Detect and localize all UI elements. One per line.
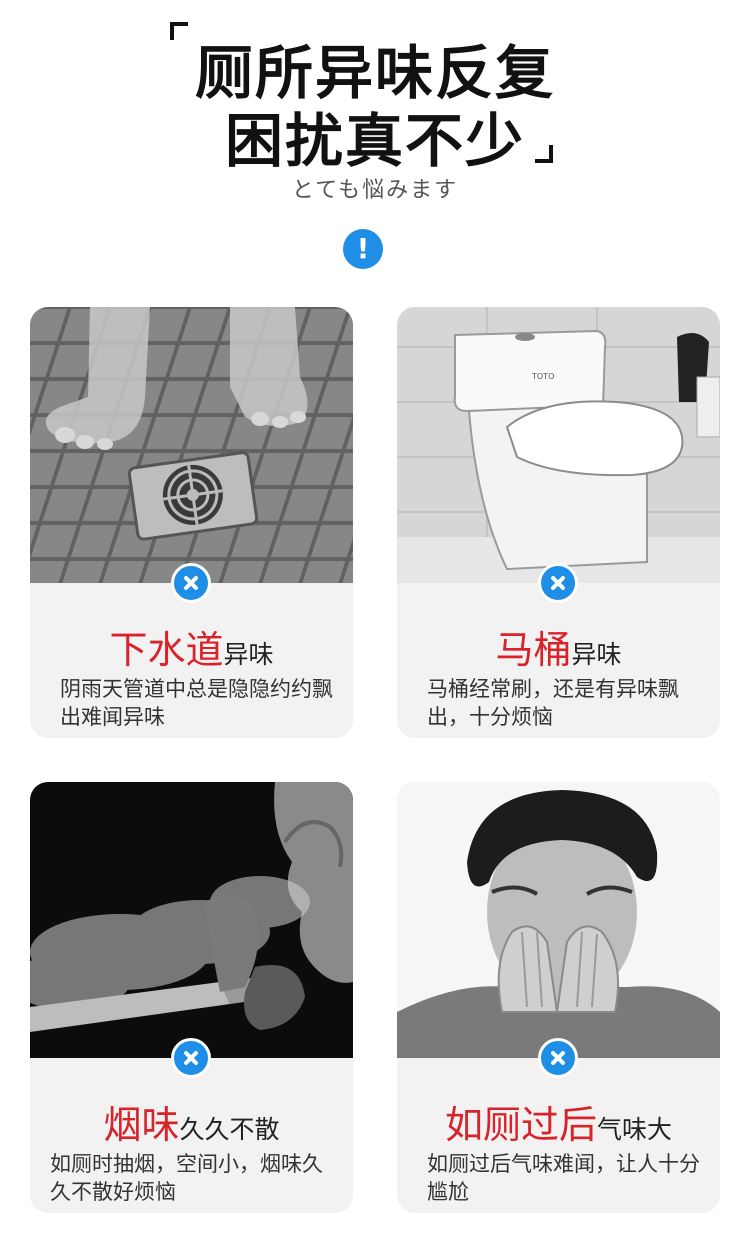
- card-title-suffix: 异味: [571, 640, 622, 669]
- problem-card-toilet: TOTO 马桶异味 马桶经常刷，还是有异味飘出，十分烦恼: [397, 307, 720, 738]
- card-title: 烟味久久不散: [30, 1094, 353, 1149]
- card-title: 如厕过后气味大: [397, 1094, 720, 1149]
- card-description: 如厕过后气味难闻，让人十分尴尬: [427, 1152, 700, 1204]
- headline-line-2: 困扰真不少: [224, 107, 525, 175]
- problem-card-odor: 如厕过后气味大 如厕过后气味难闻，让人十分尴尬: [397, 782, 720, 1213]
- cross-icon: [171, 563, 211, 603]
- subtitle: とても悩みます: [291, 178, 459, 203]
- cross-icon: [538, 563, 578, 603]
- card-title-suffix: 异味: [223, 640, 274, 669]
- man-covering-nose-photo: [397, 782, 720, 1058]
- card-title-highlight: 如厕过后: [444, 1103, 597, 1147]
- card-title-suffix: 久久不散: [179, 1115, 280, 1144]
- problem-card-drain: 下水道异味 阴雨天管道中总是隐隐约约飘出难闻异味: [30, 307, 353, 738]
- floor-drain-photo: [30, 307, 353, 583]
- card-description: 如厕时抽烟，空间小，烟味久久不散好烦恼: [50, 1152, 323, 1204]
- exclamation-icon: !: [343, 229, 383, 269]
- problem-card-smoke: 烟味久久不散 如厕时抽烟，空间小，烟味久久不散好烦恼: [30, 782, 353, 1213]
- smoking-photo: [30, 782, 353, 1058]
- card-title: 下水道异味: [30, 619, 353, 674]
- card-description: 马桶经常刷，还是有异味飘出，十分烦恼: [427, 677, 679, 729]
- card-title-highlight: 马桶: [495, 628, 572, 672]
- card-title-highlight: 下水道: [109, 628, 224, 672]
- toto-brand-text: TOTO: [531, 372, 554, 381]
- cross-icon: [538, 1038, 578, 1078]
- toilet-photo: TOTO: [397, 307, 720, 583]
- card-title-highlight: 烟味: [103, 1103, 180, 1147]
- card-description: 阴雨天管道中总是隐隐约约飘出难闻异味: [60, 677, 333, 729]
- cross-icon: [171, 1038, 211, 1078]
- card-title-suffix: 气味大: [597, 1115, 673, 1144]
- card-title: 马桶异味: [397, 619, 720, 674]
